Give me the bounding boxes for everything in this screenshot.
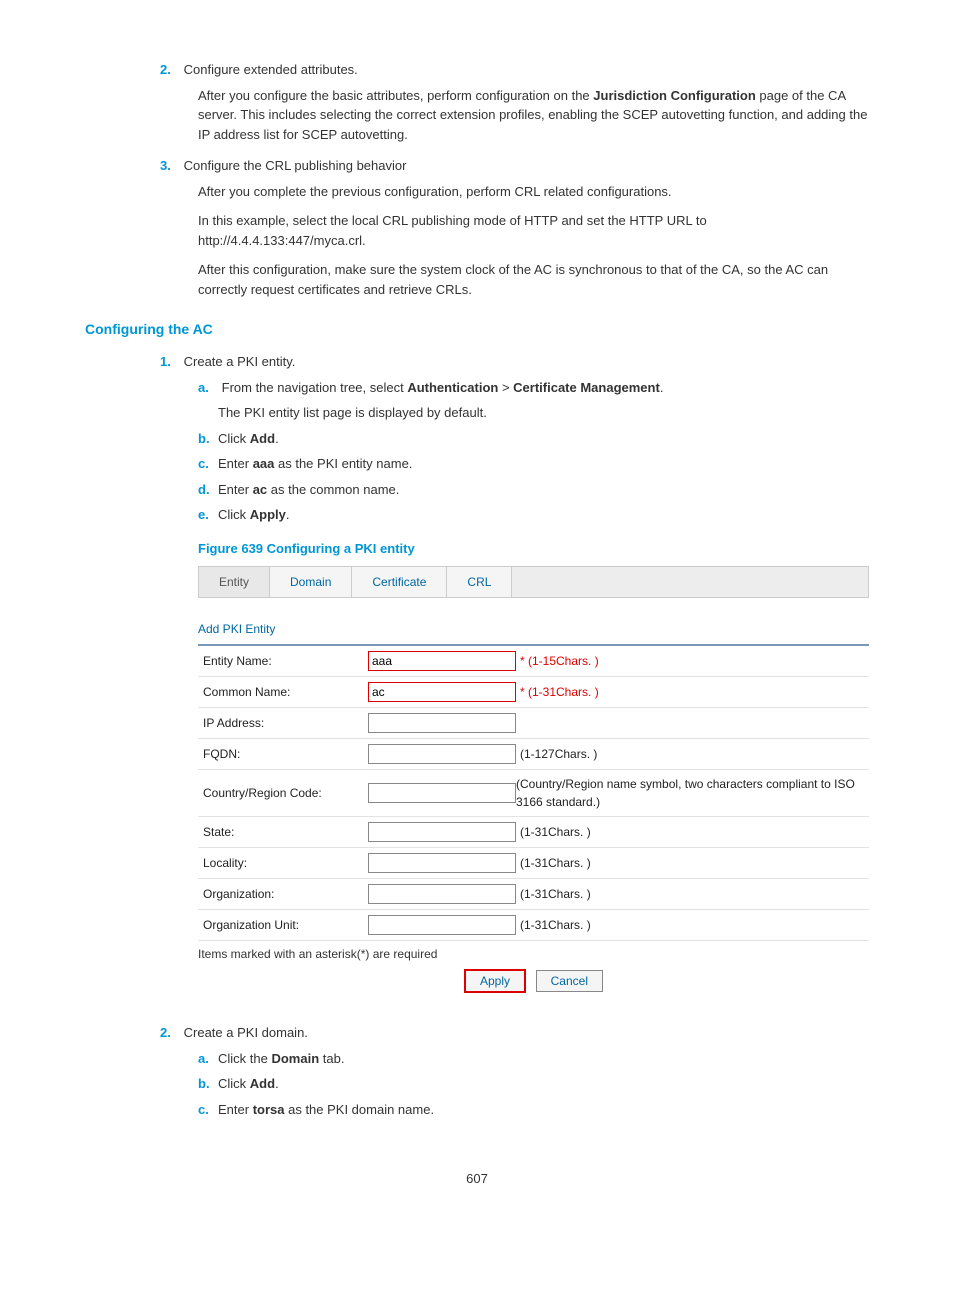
- tab-crl[interactable]: CRL: [447, 567, 512, 597]
- hint-state: (1-31Chars. ): [520, 823, 591, 841]
- hint-locality: (1-31Chars. ): [520, 854, 591, 872]
- step-paragraph: After you configure the basic attributes…: [198, 86, 869, 145]
- form-title: Add PKI Entity: [198, 620, 869, 638]
- apply-button[interactable]: Apply: [464, 969, 526, 993]
- hint-entity-name: * (1-15Chars. ): [520, 652, 599, 670]
- substep-letter: c.: [198, 1100, 218, 1120]
- step-number: 3.: [160, 156, 180, 176]
- step-title: Create a PKI domain.: [184, 1025, 308, 1040]
- hint-country: (Country/Region name symbol, two charact…: [516, 775, 869, 811]
- substep-letter: b.: [198, 1074, 218, 1094]
- label-locality: Locality:: [198, 854, 368, 872]
- hint-fqdn: (1-127Chars. ): [520, 745, 597, 763]
- required-note: Items marked with an asterisk(*) are req…: [198, 945, 869, 963]
- substep-letter: e.: [198, 505, 218, 525]
- substep-letter: c.: [198, 454, 218, 474]
- step-paragraph: After you complete the previous configur…: [198, 182, 869, 202]
- section-heading: Configuring the AC: [85, 319, 869, 340]
- substep-letter: b.: [198, 429, 218, 449]
- input-entity-name[interactable]: [368, 651, 516, 671]
- input-ip-address[interactable]: [368, 713, 516, 733]
- tab-bar: Entity Domain Certificate CRL: [198, 566, 869, 598]
- label-org-unit: Organization Unit:: [198, 916, 368, 934]
- input-state[interactable]: [368, 822, 516, 842]
- label-organization: Organization:: [198, 885, 368, 903]
- tab-domain[interactable]: Domain: [270, 567, 352, 597]
- step-number: 2.: [160, 1023, 180, 1043]
- input-common-name[interactable]: [368, 682, 516, 702]
- input-fqdn[interactable]: [368, 744, 516, 764]
- substep-note: The PKI entity list page is displayed by…: [218, 403, 869, 423]
- hint-org-unit: (1-31Chars. ): [520, 916, 591, 934]
- page-number: 607: [85, 1169, 869, 1189]
- step-paragraph: In this example, select the local CRL pu…: [198, 211, 869, 250]
- label-common-name: Common Name:: [198, 683, 368, 701]
- substep-letter: d.: [198, 480, 218, 500]
- substep-letter: a.: [198, 1049, 218, 1069]
- label-entity-name: Entity Name:: [198, 652, 368, 670]
- label-ip-address: IP Address:: [198, 714, 368, 732]
- step-number: 1.: [160, 352, 180, 372]
- step-title: Configure the CRL publishing behavior: [184, 158, 407, 173]
- tab-certificate[interactable]: Certificate: [352, 567, 447, 597]
- step-title: Configure extended attributes.: [184, 62, 358, 77]
- label-state: State:: [198, 823, 368, 841]
- input-locality[interactable]: [368, 853, 516, 873]
- hint-common-name: * (1-31Chars. ): [520, 683, 599, 701]
- hint-organization: (1-31Chars. ): [520, 885, 591, 903]
- cancel-button[interactable]: Cancel: [536, 970, 603, 992]
- step-paragraph: After this configuration, make sure the …: [198, 260, 869, 299]
- input-organization[interactable]: [368, 884, 516, 904]
- label-country: Country/Region Code:: [198, 784, 368, 802]
- figure-caption: Figure 639 Configuring a PKI entity: [198, 539, 869, 559]
- tab-entity[interactable]: Entity: [199, 567, 270, 597]
- input-org-unit[interactable]: [368, 915, 516, 935]
- step-title: Create a PKI entity.: [184, 354, 296, 369]
- input-country[interactable]: [368, 783, 516, 803]
- step-number: 2.: [160, 60, 180, 80]
- pki-entity-form: Entity Name: * (1-15Chars. ) Common Name…: [198, 644, 869, 941]
- label-fqdn: FQDN:: [198, 745, 368, 763]
- substep-letter: a.: [198, 378, 218, 398]
